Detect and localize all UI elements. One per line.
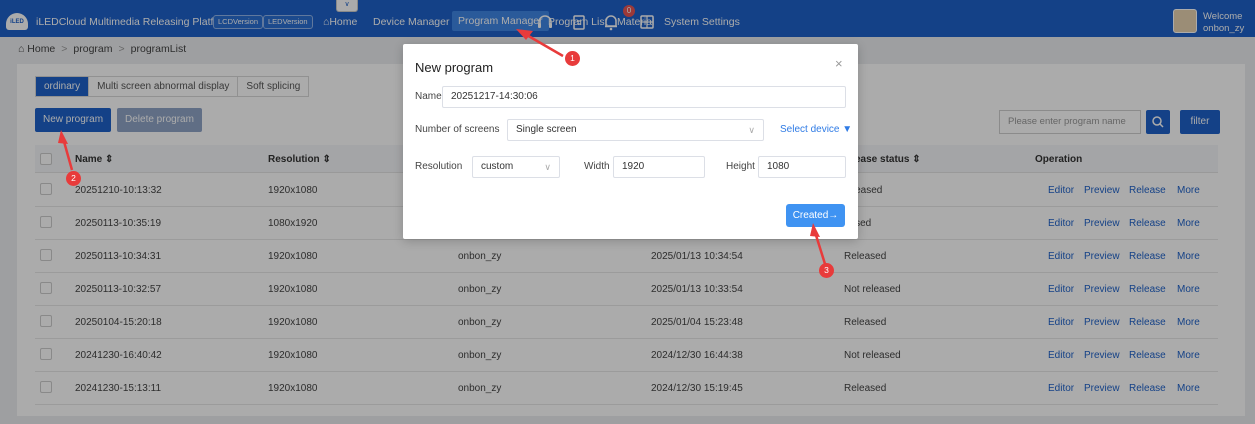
callout-badge-2: 2: [66, 171, 81, 186]
screens-select[interactable]: Single screen ∨: [507, 119, 764, 141]
created-button[interactable]: Created→: [786, 204, 845, 227]
resolution-label: Resolution: [415, 161, 463, 172]
height-field[interactable]: 1080: [758, 156, 846, 178]
name-label: Name: [415, 91, 442, 102]
width-label: Width: [584, 161, 610, 172]
screens-label: Number of screens: [415, 124, 500, 135]
callout-badge-1: 1: [565, 51, 580, 66]
resolution-select[interactable]: custom ∨: [472, 156, 560, 178]
height-label: Height: [726, 161, 755, 172]
close-icon[interactable]: ×: [835, 56, 843, 71]
width-field[interactable]: 1920: [613, 156, 705, 178]
chevron-down-icon: ∨: [748, 125, 755, 135]
name-field[interactable]: 20251217-14:30:06: [442, 86, 846, 108]
app-root: iLED iLEDCloud Multimedia Releasing Plat…: [0, 0, 1255, 424]
chevron-down-icon: ∨: [544, 162, 551, 172]
dialog-title: New program: [415, 60, 494, 75]
new-program-dialog: New program × Name 20251217-14:30:06 Num…: [403, 44, 858, 239]
select-device-link[interactable]: Select device ▼: [780, 124, 852, 135]
callout-badge-3: 3: [819, 263, 834, 278]
